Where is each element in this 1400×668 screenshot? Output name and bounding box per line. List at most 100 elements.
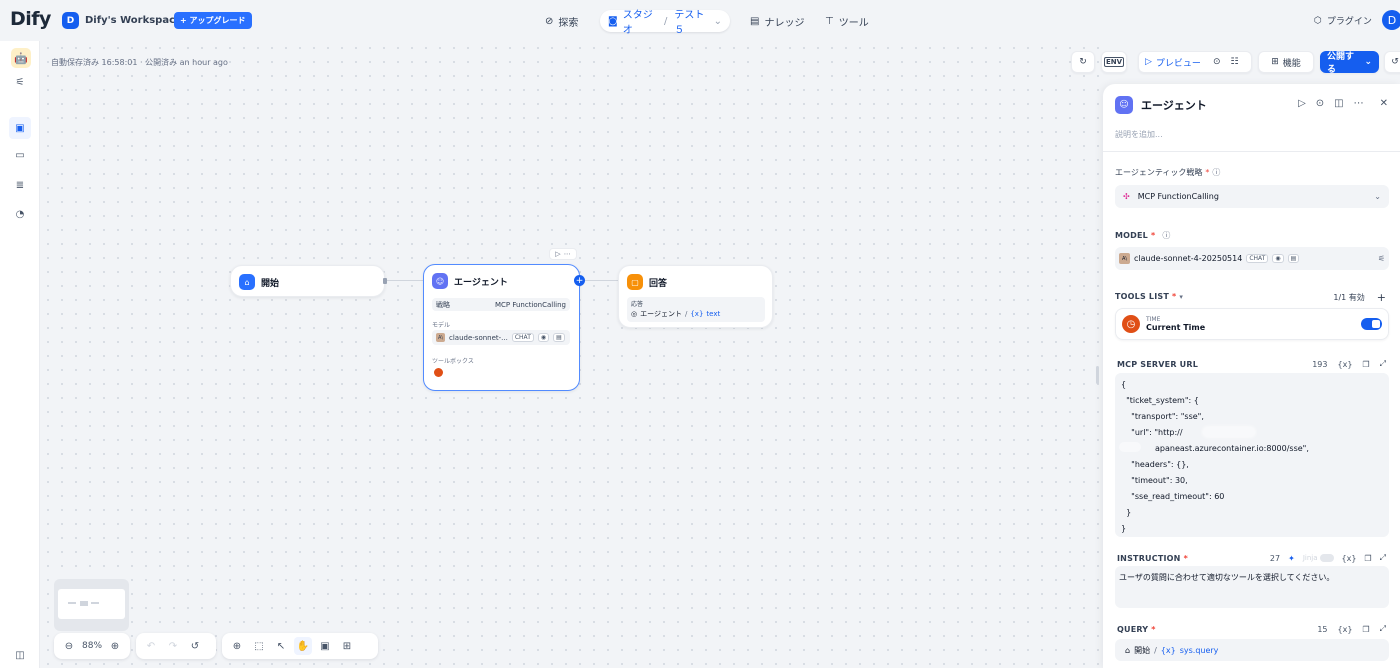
home-icon: ⌂	[239, 274, 255, 290]
home-icon: ⌂	[1125, 645, 1131, 655]
query-node: 開始	[1134, 645, 1151, 655]
export-image-icon[interactable]: ▣	[316, 637, 334, 655]
query-var: sys.query	[1179, 645, 1219, 655]
variable-icon[interactable]: {x}	[1338, 360, 1353, 369]
current-app-name[interactable]: テスト５	[674, 6, 708, 36]
copy-icon[interactable]: ❐	[1362, 625, 1369, 634]
nav-tools[interactable]: ⊤ ツール	[817, 10, 877, 32]
strategy-value: MCP FunctionCalling	[494, 300, 566, 309]
char-count: 15	[1317, 624, 1328, 634]
play-icon: ▷	[1145, 57, 1152, 67]
settings-sliders-icon[interactable]: ⚟	[11, 73, 29, 91]
sidebar-toggle-icon[interactable]: ◫	[11, 646, 29, 664]
history-icon[interactable]: ⊙	[1213, 57, 1221, 67]
zoom-in-icon[interactable]: ⊕	[106, 637, 124, 655]
instruction-editor[interactable]: ユーザの質問に合わせて適切なツールを選択してください。	[1115, 566, 1389, 608]
add-node-icon[interactable]: ⊕	[228, 637, 246, 655]
variable-icon[interactable]: {x}	[1338, 625, 1353, 634]
node-start[interactable]: ⌂ 開始	[230, 265, 385, 297]
terminal-icon[interactable]: ▭	[11, 146, 29, 164]
publish-button[interactable]: 公開する ⌄	[1320, 51, 1379, 75]
strategy-select[interactable]: ✣ MCP FunctionCalling ⌄	[1115, 185, 1389, 208]
features-button[interactable]: ⊞ 機能	[1258, 51, 1314, 73]
panel-resize-handle[interactable]	[1096, 366, 1099, 384]
organize-blocks-icon[interactable]: ⊞	[338, 637, 356, 655]
expand-icon[interactable]: ⤢	[1380, 359, 1386, 369]
version-history-button[interactable]: ↺	[1384, 51, 1400, 73]
expand-icon[interactable]: ⤢	[1380, 553, 1386, 563]
zoom-out-icon[interactable]: ⊖	[60, 637, 78, 655]
more-icon[interactable]: ⋯	[1354, 98, 1364, 109]
add-node-button[interactable]: +	[574, 275, 585, 286]
close-icon[interactable]: ✕	[1380, 98, 1388, 109]
plugins-link[interactable]: ⬡ プラグイン	[1314, 14, 1372, 28]
upgrade-button[interactable]: + アップグレード	[174, 12, 252, 29]
agent-icon: ◎	[631, 310, 638, 318]
nav-studio-label: スタジオ	[622, 10, 653, 36]
workflow-orchestrate-icon[interactable]: ▣	[9, 117, 31, 139]
dify-logo[interactable]: Dify	[10, 8, 51, 30]
node-actions: ▷ ⋯	[549, 248, 577, 260]
history-icon[interactable]: ↺	[186, 637, 204, 655]
code-line: apaneast.azurecontainer.io:8000/sse",	[1155, 444, 1309, 453]
model-select[interactable]: A\ claude-sonnet-4-20250514 CHAT ◉ ▤ ⚟	[1115, 247, 1389, 270]
hand-icon[interactable]: ✋	[294, 637, 312, 655]
copy-icon[interactable]: ❐	[1362, 360, 1369, 369]
sparkle-icon[interactable]: ✦	[1288, 554, 1295, 563]
copy-icon[interactable]: ❐	[1364, 554, 1371, 563]
node-answer[interactable]: ▢ 回答 応答 ◎ エージェント / {x} text	[618, 265, 773, 328]
workspace-avatar: D	[62, 12, 79, 29]
redo-icon[interactable]: ↷	[164, 637, 182, 655]
plugins-label: プラグイン	[1326, 17, 1372, 27]
strategy-icon: ✣	[1123, 192, 1130, 201]
variable-icon[interactable]: {x}	[1342, 554, 1357, 563]
undo-icon[interactable]: ↶	[142, 637, 160, 655]
split-view-icon[interactable]: ◫	[1334, 98, 1343, 109]
pointer-icon[interactable]: ↖	[272, 637, 290, 655]
zoom-level[interactable]: 88%	[82, 637, 102, 655]
checklist-icon[interactable]: ☷	[1230, 57, 1238, 67]
app-icon[interactable]: 🤖	[11, 48, 31, 68]
checklist-icon: ↻	[1079, 57, 1087, 67]
nav-studio[interactable]: ◙ スタジオ / テスト５ ⌄	[600, 10, 730, 36]
run-step-icon[interactable]: ▷	[1298, 98, 1306, 109]
plus-icon[interactable]: +	[1377, 291, 1386, 304]
play-icon[interactable]: ▷	[555, 250, 560, 258]
preview-button[interactable]: プレビュー	[1156, 56, 1201, 69]
minimap[interactable]	[54, 579, 129, 631]
history-controls: ↶ ↷ ↺	[136, 633, 216, 659]
help-icon[interactable]: ⊙	[1316, 98, 1324, 109]
more-icon[interactable]: ⋯	[564, 250, 571, 258]
chevron-icon[interactable]: ▾	[1179, 293, 1183, 301]
robot-icon: ◙	[608, 15, 618, 27]
model-label: MODEL	[1115, 231, 1148, 240]
panel-title[interactable]: エージェント	[1141, 97, 1207, 113]
tool-toggle[interactable]	[1361, 318, 1382, 330]
nav-knowledge[interactable]: ▤ ナレッジ	[742, 10, 812, 32]
mcp-url-editor[interactable]: { "ticket_system": { "transport": "sse",…	[1115, 373, 1389, 537]
clock-icon	[434, 368, 443, 377]
description-input[interactable]: 説明を追加...	[1115, 129, 1163, 140]
node-agent[interactable]: ☺ エージェント 戦略 MCP FunctionCalling モデル A\ c…	[423, 264, 580, 391]
nav-explore[interactable]: ⊘ 探索	[537, 10, 586, 32]
vision-icon: ◉	[537, 333, 550, 342]
edge-start-agent	[386, 280, 424, 281]
user-avatar[interactable]: D	[1382, 10, 1400, 30]
checklist-button[interactable]: ↻	[1071, 51, 1095, 73]
logo-text: Dify	[10, 8, 51, 30]
tool-item[interactable]: ◷ TIME Current Time	[1115, 308, 1389, 340]
upgrade-label: アップグレード	[189, 16, 246, 25]
node-agent-title: エージェント	[454, 277, 508, 288]
workspace-name: Dify's Workspace	[85, 15, 182, 26]
output-handle[interactable]	[383, 278, 387, 284]
logs-icon[interactable]: ≣	[11, 176, 29, 194]
add-note-icon[interactable]: ⬚	[250, 637, 268, 655]
monitoring-icon[interactable]: ◔	[11, 205, 29, 223]
env-button[interactable]: ENV	[1101, 51, 1127, 73]
expand-icon[interactable]: ⤢	[1380, 624, 1386, 634]
help-icon: ⓘ	[1212, 168, 1221, 177]
query-editor[interactable]: ⌂ 開始 / {x} sys.query	[1115, 639, 1389, 661]
model-settings-icon[interactable]: ⚟	[1378, 254, 1385, 263]
required-mark: *	[1150, 231, 1156, 240]
jinja-toggle[interactable]	[1319, 554, 1334, 562]
